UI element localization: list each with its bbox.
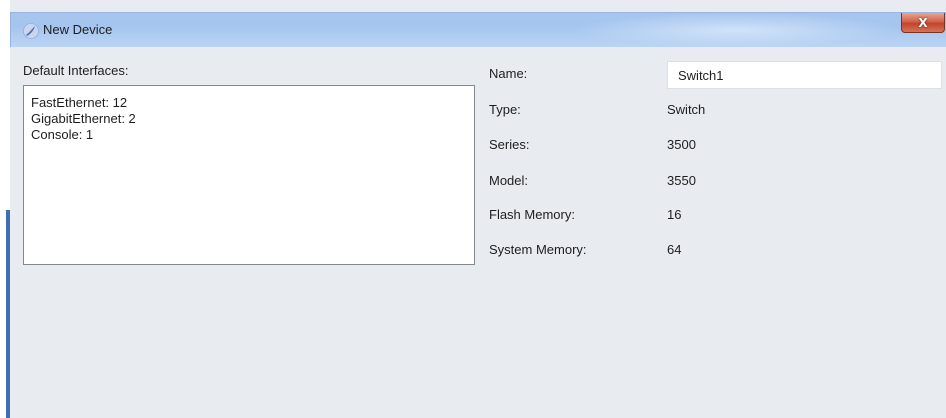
series-value: 3500 — [667, 137, 696, 152]
flash-memory-value: 16 — [667, 207, 682, 222]
name-input[interactable] — [667, 61, 942, 89]
flash-memory-label: Flash Memory: — [489, 207, 575, 222]
model-label: Model: — [489, 173, 529, 188]
close-icon: X — [918, 15, 928, 30]
interface-line-console: Console: 1 — [31, 127, 94, 142]
dialog-content: Default Interfaces: FastEthernet: 12 Gig… — [10, 47, 946, 418]
interfaces-list[interactable]: FastEthernet: 12 GigabitEthernet: 2 Cons… — [23, 85, 475, 265]
type-label: Type: — [489, 102, 521, 117]
title-bar-glow — [571, 13, 901, 48]
interface-line-fastethernet: FastEthernet: 12 — [31, 95, 128, 110]
left-window-edge — [0, 0, 10, 418]
default-interfaces-label: Default Interfaces: — [23, 63, 129, 78]
app-icon — [23, 23, 39, 39]
title-bar[interactable]: New Device X — [10, 12, 946, 48]
name-label: Name: — [489, 66, 528, 81]
close-button[interactable]: X — [901, 13, 945, 33]
system-memory-label: System Memory: — [489, 242, 587, 257]
model-value: 3550 — [667, 173, 696, 188]
window-title: New Device — [43, 22, 113, 37]
series-label: Series: — [489, 137, 530, 152]
type-value: Switch — [667, 102, 706, 117]
interface-line-gigabitethernet: GigabitEthernet: 2 — [31, 111, 136, 126]
new-device-dialog: New Device X Default Interfaces: FastEth… — [0, 0, 946, 418]
system-memory-value: 64 — [667, 242, 682, 257]
